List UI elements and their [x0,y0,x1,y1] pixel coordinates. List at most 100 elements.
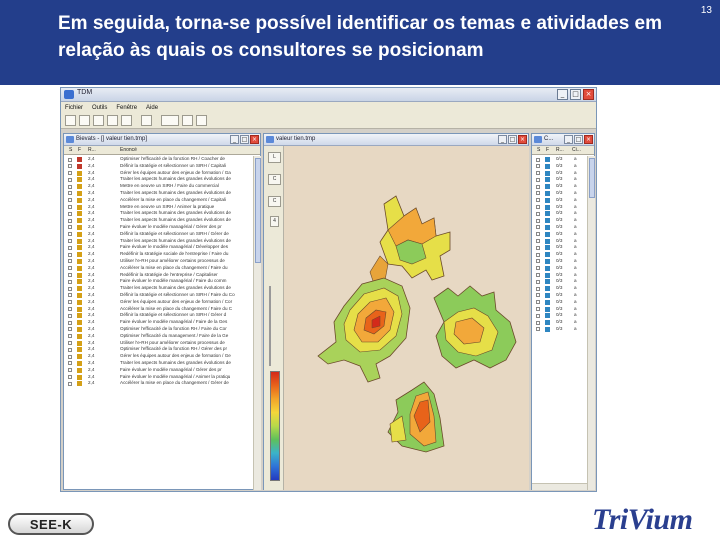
list-item[interactable]: 0/3 a [532,204,588,211]
row-checkbox[interactable] [536,327,540,332]
row-checkbox[interactable] [68,232,72,237]
row-checkbox[interactable] [536,273,540,278]
map-maximize-button[interactable]: □ [508,135,517,144]
list-item[interactable]: 0/3 a [532,183,588,190]
menu-fichier[interactable]: Fichier [65,105,83,111]
row-checkbox[interactable] [68,198,72,203]
table-row[interactable]: 2,4 Redéfinir la stratégie sociale de l'e… [64,251,253,258]
row-checkbox[interactable] [68,171,72,176]
row-checkbox[interactable] [68,273,72,278]
open-folder-icon[interactable] [79,115,90,126]
table-row[interactable]: 2,4 Utiliser l'e-RH pour améliorer certai… [64,340,253,347]
print-icon[interactable] [107,115,118,126]
row-checkbox[interactable] [68,313,72,318]
row-checkbox[interactable] [536,293,540,298]
row-checkbox[interactable] [536,252,540,257]
row-checkbox[interactable] [68,307,72,312]
list-item[interactable]: 0/3 a [532,292,588,299]
row-checkbox[interactable] [68,354,72,359]
table-row[interactable]: 2,4 Traiter les aspects humains des grand… [64,210,253,217]
list-item[interactable]: 0/3 a [532,326,588,333]
row-checkbox[interactable] [536,218,540,223]
table-row[interactable]: 2,4 Optimiser l'efficacité de la fonction… [64,156,253,163]
list-item[interactable]: 0/3 a [532,278,588,285]
column-enonce[interactable]: Enoncé [120,147,137,153]
palette-button-4[interactable]: 4 [270,216,279,227]
row-checkbox[interactable] [68,177,72,182]
table-row[interactable]: 2,4 Traiter les aspects humains des grand… [64,217,253,224]
row-checkbox[interactable] [536,286,540,291]
row-checkbox[interactable] [68,279,72,284]
row-checkbox[interactable] [536,259,540,264]
list-item[interactable]: 0/3 a [532,244,588,251]
table-row[interactable]: 2,4 Traiter les aspects humains des grand… [64,285,253,292]
row-checkbox[interactable] [536,266,540,271]
table-row[interactable]: 2,4 Définir la stratégie et sélectionner … [64,312,253,319]
list-item[interactable]: 0/3 a [532,258,588,265]
row-checkbox[interactable] [68,293,72,298]
threshold-slider[interactable] [269,286,271,366]
cluster-map[interactable] [284,146,529,490]
list-item[interactable]: 0/3 a [532,272,588,279]
list-item[interactable]: 0/3 a [532,312,588,319]
row-checkbox[interactable] [68,341,72,346]
row-checkbox[interactable] [536,245,540,250]
row-checkbox[interactable] [536,307,540,312]
row-checkbox[interactable] [68,157,72,162]
table-row[interactable]: 2,4 Accélérer la mise en place du changem… [64,197,253,204]
row-checkbox[interactable] [536,225,540,230]
table-row[interactable]: 2,4 Mettre en oeuvre un SIRH / Animer la … [64,204,253,211]
column-s[interactable]: S [69,147,72,153]
right-column-s[interactable]: S [537,147,540,153]
row-checkbox[interactable] [536,171,540,176]
map-cluster-right[interactable] [433,285,517,369]
table-row[interactable]: 2,4 Optimiser l'efficacité de la fonction… [64,326,253,333]
companies-close-button[interactable]: × [584,135,593,144]
row-checkbox[interactable] [68,375,72,379]
table-row[interactable]: 2,4 Faire évoluer le modèle managérial / … [64,278,253,285]
row-checkbox[interactable] [68,252,72,257]
list-item[interactable]: 0/3 a [532,176,588,183]
statements-scrollbar[interactable] [253,156,261,490]
right-column-r[interactable]: R... [556,147,564,153]
list-item[interactable]: 0/3 a [532,231,588,238]
palette-button-l[interactable]: L [268,152,281,163]
row-checkbox[interactable] [536,184,540,189]
row-checkbox[interactable] [68,286,72,291]
row-checkbox[interactable] [536,177,540,182]
row-checkbox[interactable] [68,300,72,305]
statements-scroll-thumb[interactable] [255,158,261,263]
table-row[interactable]: 2,4 Faire évoluer le modèle managérial / … [64,319,253,326]
column-r[interactable]: R... [88,147,96,153]
row-checkbox[interactable] [536,157,540,162]
table-row[interactable]: 2,4 Définir la stratégie et sélectionner … [64,231,253,238]
row-checkbox[interactable] [68,205,72,210]
right-column-f[interactable]: F [546,147,549,153]
table-row[interactable]: 2,4 Optimiser l'efficacité du management … [64,333,253,340]
row-checkbox[interactable] [536,211,540,216]
list-item[interactable]: 0/3 a [532,319,588,326]
row-checkbox[interactable] [68,320,72,325]
list-item[interactable]: 0/3 a [532,306,588,313]
companies-scroll-thumb[interactable] [589,158,595,198]
row-checkbox[interactable] [536,313,540,318]
map-canvas[interactable] [284,146,529,490]
table-row[interactable]: 2,4 Redéfinir la stratégie de l'entrepris… [64,272,253,279]
companies-scrollbar[interactable] [587,156,595,490]
list-item[interactable]: 0/3 a [532,238,588,245]
row-checkbox[interactable] [68,361,72,366]
table-row[interactable]: 2,4 Accélérer la mise en place du changem… [64,380,253,387]
row-checkbox[interactable] [536,205,540,210]
list-item[interactable]: 0/3 a [532,299,588,306]
maximize-button[interactable]: □ [570,89,581,100]
table-row[interactable]: 2,4 Traiter les aspects humains des grand… [64,176,253,183]
table-row[interactable]: 2,4 Utiliser l'e-RH pour améliorer certai… [64,258,253,265]
list-item[interactable]: 0/3 a [532,265,588,272]
companies-maximize-button[interactable]: □ [574,135,583,144]
list-item[interactable]: 0/3 a [532,210,588,217]
table-row[interactable]: 2,4 Gérer les équipes autour des enjeux d… [64,353,253,360]
statements-maximize-button[interactable]: □ [240,135,249,144]
table-row[interactable]: 2,4 Optimiser l'efficacité de la fonction… [64,346,253,353]
map-minimize-button[interactable]: _ [498,135,507,144]
menu-aide[interactable]: Aide [146,105,158,111]
